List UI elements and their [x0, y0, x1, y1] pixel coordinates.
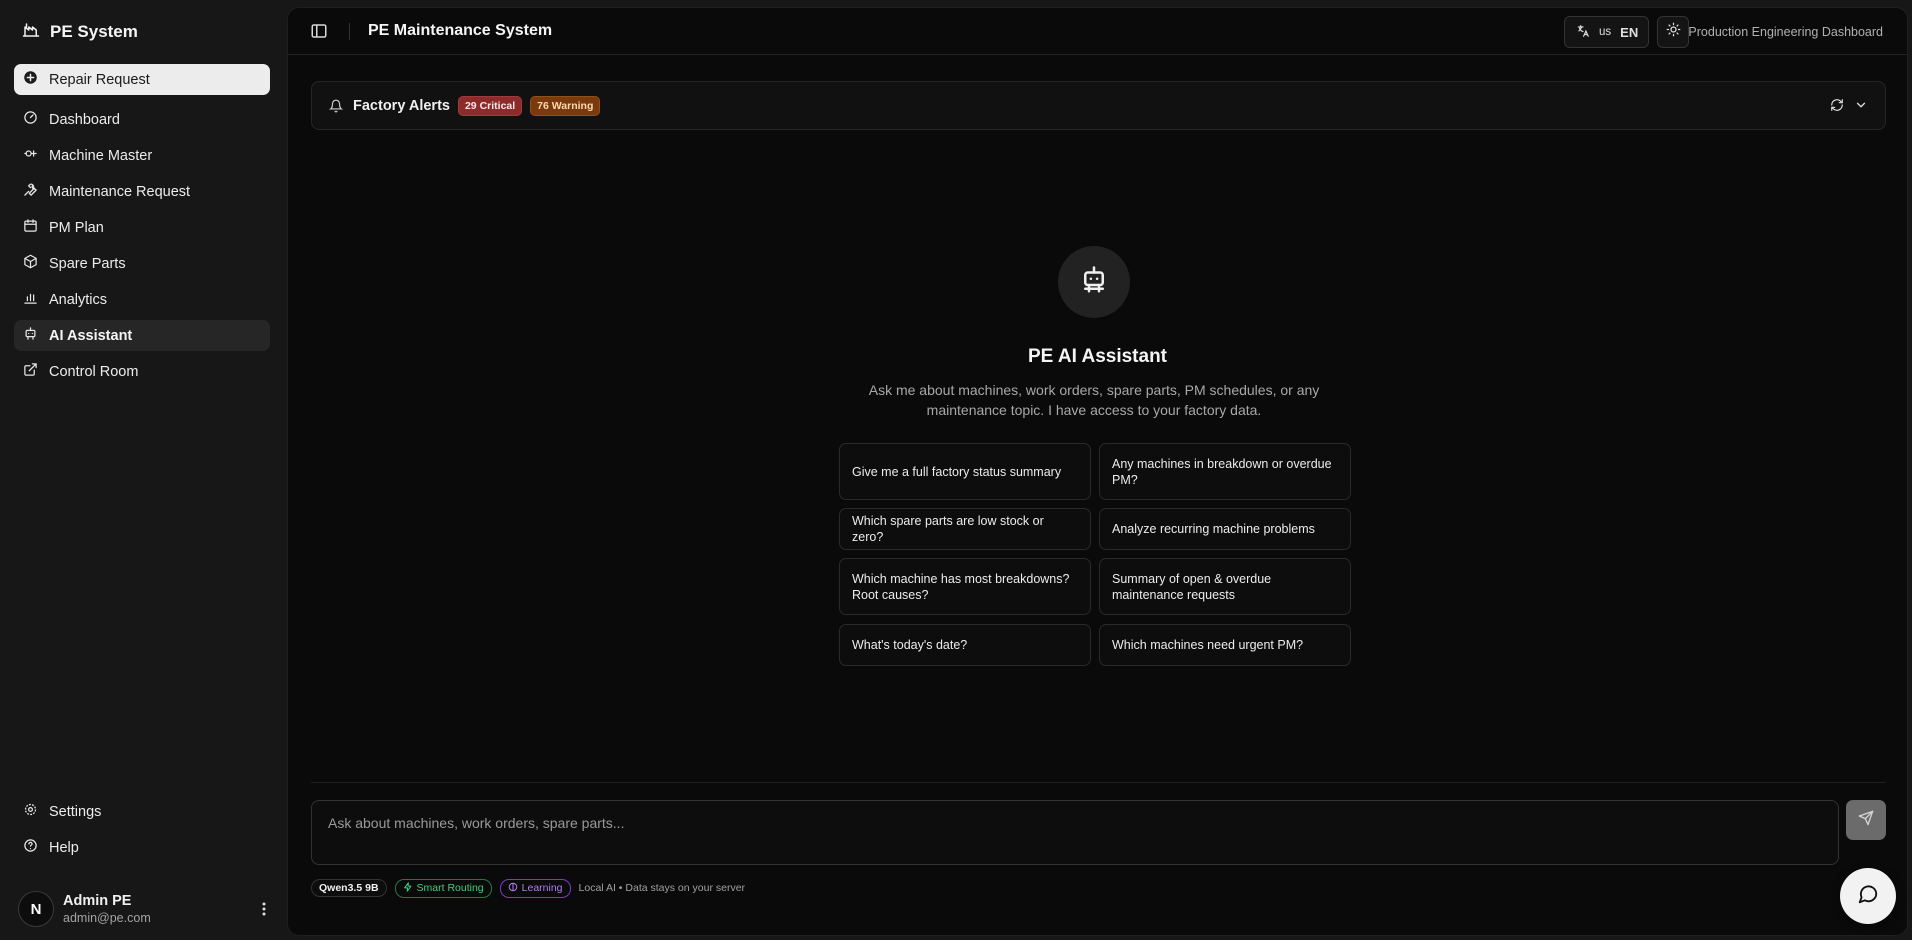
lang-flag: us	[1599, 26, 1612, 38]
brand[interactable]: PE System	[22, 20, 138, 44]
gear-icon	[23, 802, 38, 821]
language-switcher[interactable]: us EN	[1564, 16, 1649, 48]
composer-status: Qwen3.5 9B Smart Routing Learning Local …	[311, 878, 746, 898]
sidebar-item-help[interactable]: Help	[14, 832, 270, 863]
sidebar-item-label: Control Room	[49, 363, 139, 380]
bot-icon	[1079, 265, 1109, 300]
learning-badge[interactable]: Learning	[499, 878, 571, 898]
sidebar-item-repair-request[interactable]: Repair Request	[14, 64, 270, 95]
brain-icon	[508, 882, 518, 895]
user-email: admin@pe.com	[63, 911, 151, 925]
suggestion-button[interactable]: Which spare parts are low stock or zero?	[839, 508, 1091, 550]
suggestion-button[interactable]: Which machine has most breakdowns? Root …	[839, 558, 1091, 615]
send-button[interactable]	[1846, 800, 1886, 840]
suggestion-button[interactable]: Which machines need urgent PM?	[1099, 624, 1351, 666]
avatar: N	[18, 891, 54, 927]
suggestion-button[interactable]: Give me a full factory status summary	[839, 443, 1091, 500]
model-badge[interactable]: Qwen3.5 9B	[311, 879, 387, 897]
suggestion-button[interactable]: What's today's date?	[839, 624, 1091, 666]
sidebar-toggle-icon[interactable]	[310, 22, 328, 40]
plus-circle-icon	[23, 70, 38, 89]
critical-badge: 29 Critical	[457, 95, 523, 116]
chevron-down-icon[interactable]	[1854, 98, 1868, 117]
factory-icon	[22, 21, 40, 44]
learning-label: Learning	[521, 882, 563, 894]
sidebar: PE System Repair Request Dashboard Machi…	[0, 0, 284, 940]
sidebar-item-analytics[interactable]: Analytics	[14, 284, 270, 315]
sidebar-item-settings[interactable]: Settings	[14, 796, 270, 827]
sidebar-item-label: Dashboard	[49, 111, 120, 128]
suggestion-button[interactable]: Any machines in breakdown or overdue PM?	[1099, 443, 1351, 500]
sidebar-item-maintenance-request[interactable]: Maintenance Request	[14, 176, 270, 207]
send-icon	[1858, 810, 1874, 831]
refresh-icon[interactable]	[1830, 98, 1844, 117]
chat-bubble-button[interactable]	[1840, 868, 1896, 924]
external-link-icon	[23, 362, 38, 381]
main-panel: PE Maintenance System us EN Production E…	[287, 7, 1908, 936]
theme-toggle-button[interactable]	[1657, 16, 1689, 48]
gauge-icon	[23, 110, 38, 129]
bot-icon	[23, 326, 38, 345]
sidebar-item-label: AI Assistant	[49, 327, 133, 344]
sidebar-item-label: Maintenance Request	[49, 183, 191, 200]
sidebar-item-machine-master[interactable]: Machine Master	[14, 140, 270, 171]
header-subtitle: Production Engineering Dashboard	[1688, 25, 1883, 39]
sidebar-item-label: Machine Master	[49, 147, 153, 164]
sidebar-item-dashboard[interactable]: Dashboard	[14, 104, 270, 135]
bar-chart-icon	[23, 290, 38, 309]
user-name: Admin PE	[63, 893, 132, 909]
smart-routing-badge[interactable]: Smart Routing	[394, 878, 492, 898]
top-header: PE Maintenance System us EN Production E…	[288, 8, 1907, 55]
warning-badge: 76 Warning	[530, 95, 601, 116]
chat-input[interactable]	[311, 800, 1839, 865]
assistant-avatar	[1058, 246, 1130, 318]
assistant-title: PE AI Assistant	[1027, 346, 1168, 367]
sidebar-item-label: Repair Request	[49, 71, 150, 88]
page-title: PE Maintenance System	[368, 22, 553, 39]
message-circle-icon	[1857, 883, 1879, 910]
translate-icon	[1576, 24, 1590, 41]
smart-routing-label: Smart Routing	[416, 882, 484, 894]
brand-name: PE System	[50, 22, 138, 41]
zap-icon	[403, 881, 413, 895]
sidebar-item-label: Help	[49, 839, 79, 856]
cog-machine-icon	[23, 146, 38, 165]
local-ai-note: Local AI • Data stays on your server	[578, 882, 746, 894]
calendar-icon	[23, 218, 38, 237]
lang-code: EN	[1620, 24, 1639, 40]
sidebar-item-label: PM Plan	[49, 219, 104, 236]
sidebar-item-label: Spare Parts	[49, 255, 126, 272]
header-divider	[349, 23, 350, 40]
alerts-title: Factory Alerts	[353, 97, 450, 114]
sidebar-item-control-room[interactable]: Control Room	[14, 356, 270, 387]
sidebar-item-ai-assistant[interactable]: AI Assistant	[14, 320, 270, 351]
assistant-description: Ask me about machines, work orders, spar…	[868, 382, 1320, 418]
package-icon	[23, 254, 38, 273]
sidebar-item-label: Settings	[49, 803, 102, 820]
wrench-icon	[23, 182, 38, 201]
user-profile[interactable]: N Admin PE admin@pe.com	[18, 888, 274, 930]
sidebar-item-label: Analytics	[49, 291, 108, 308]
sidebar-item-spare-parts[interactable]: Spare Parts	[14, 248, 270, 279]
composer-divider	[311, 782, 1886, 783]
sidebar-item-pm-plan[interactable]: PM Plan	[14, 212, 270, 243]
factory-alerts-bar[interactable]: Factory Alerts 29 Critical 76 Warning	[311, 81, 1886, 130]
more-vertical-icon[interactable]	[254, 898, 274, 920]
bell-icon	[328, 99, 344, 113]
suggestion-button[interactable]: Summary of open & overdue maintenance re…	[1099, 558, 1351, 615]
suggestion-button[interactable]: Analyze recurring machine problems	[1099, 508, 1351, 550]
sun-icon	[1666, 22, 1681, 42]
help-circle-icon	[23, 838, 38, 857]
